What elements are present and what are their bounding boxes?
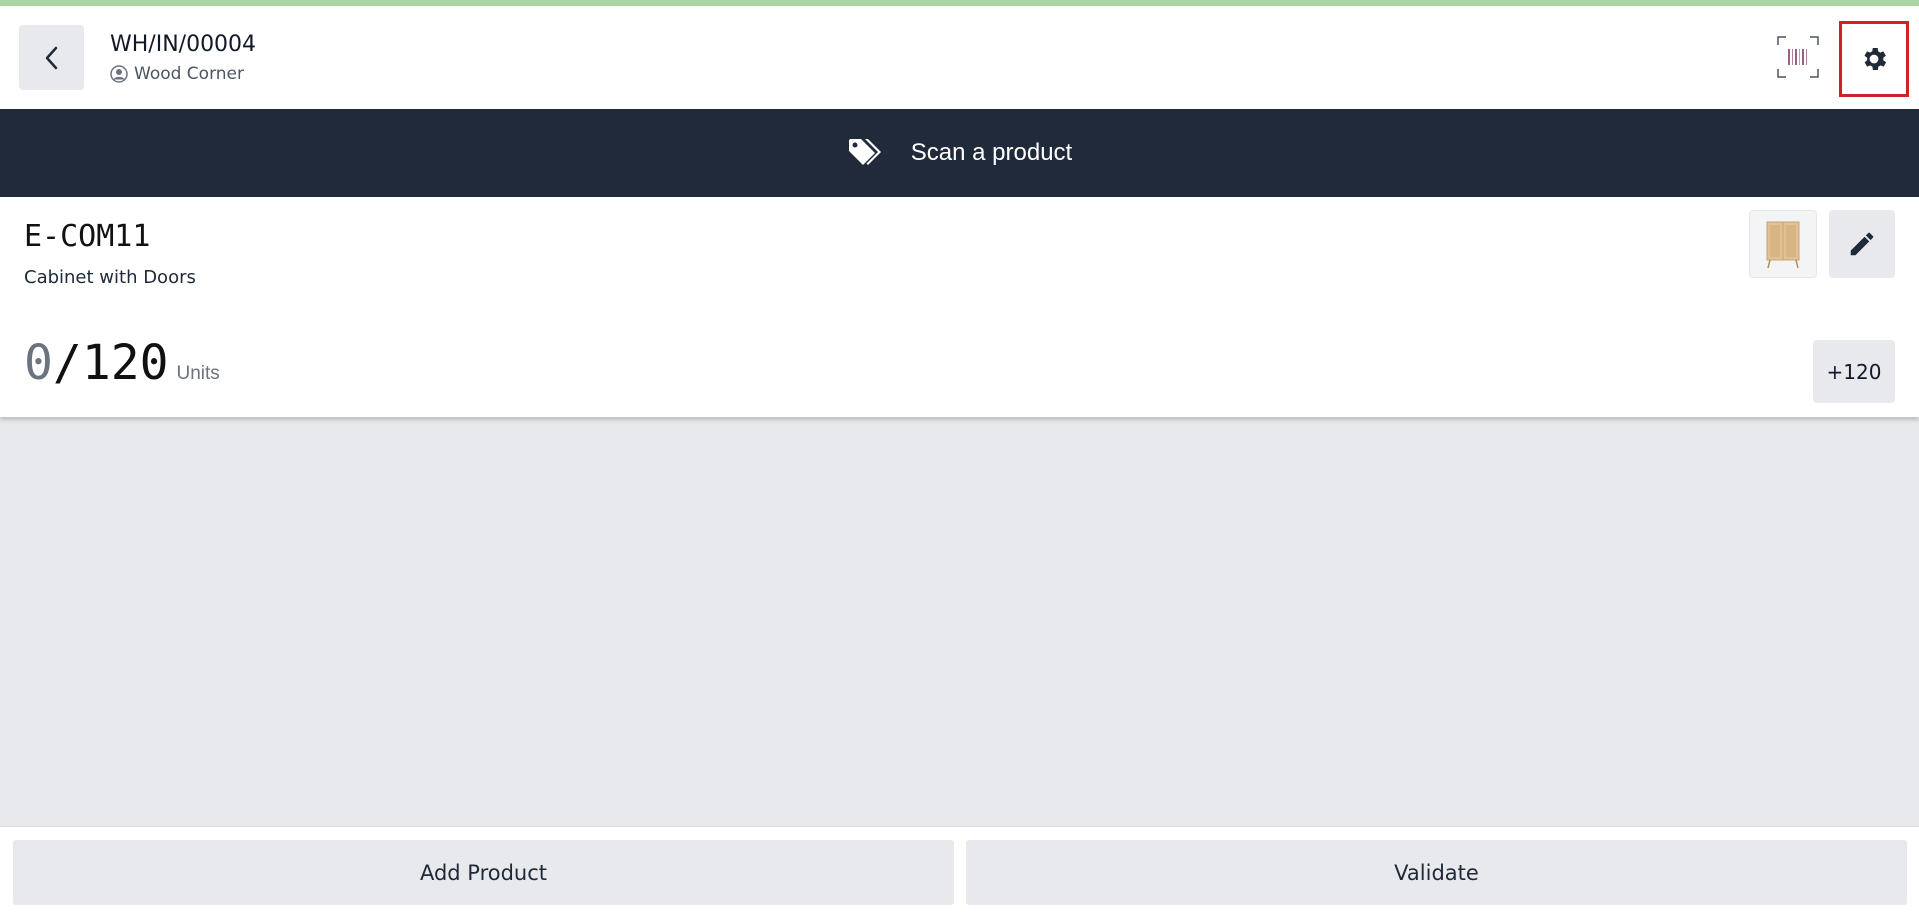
partner-name: Wood Corner [134,64,244,84]
barcode-scan-button[interactable] [1776,35,1820,79]
tags-icon [848,139,881,165]
add-product-button[interactable]: Add Product [13,840,954,905]
user-circle-icon [110,65,128,83]
back-button[interactable] [19,25,84,90]
barcode-scanner-icon [1777,36,1819,78]
picking-reference: WH/IN/00004 [110,32,257,57]
qty-done: 0 [24,335,53,391]
product-image-button[interactable] [1749,210,1817,278]
chevron-left-icon [45,46,57,69]
settings-button[interactable] [1839,21,1909,97]
product-name: Cabinet with Doors [24,267,196,288]
footer-bar: Add Product Validate [0,826,1919,917]
validate-button[interactable]: Validate [966,840,1907,905]
qty-unit: Units [176,363,220,384]
top-bar: WH/IN/00004 Wood Corner [0,6,1919,109]
scan-instruction-banner: Scan a product [0,109,1919,197]
qty-total: 120 [81,335,169,391]
add-all-quantity-button[interactable]: +120 [1813,340,1895,403]
quantity-display: 0 / 120 Units [24,335,220,391]
cabinet-image [1766,221,1800,269]
partner-info: Wood Corner [110,64,244,84]
scan-instruction-text: Scan a product [910,139,1073,166]
move-line-card[interactable]: E-COM11 Cabinet with Doors 0 / 120 Units… [0,197,1919,417]
edit-line-button[interactable] [1829,210,1895,278]
pencil-icon [1850,232,1874,256]
gear-icon [1864,48,1887,70]
qty-separator: / [52,335,82,391]
product-code: E-COM11 [24,219,151,254]
